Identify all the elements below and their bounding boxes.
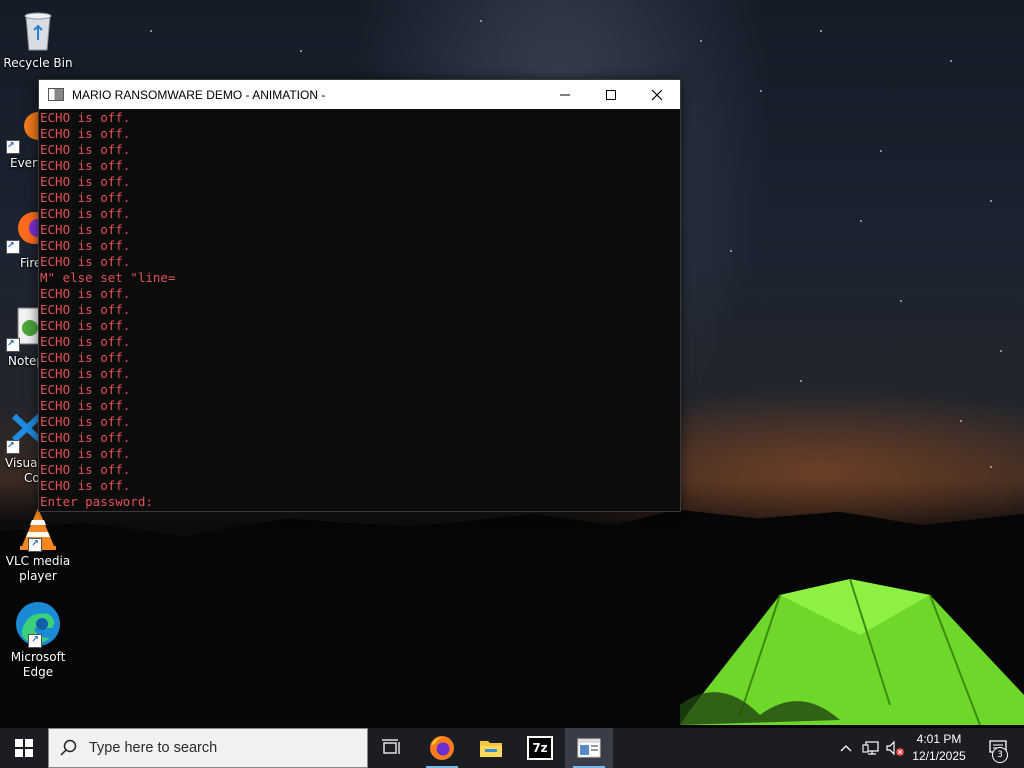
volume-tray-button[interactable] [884, 728, 906, 768]
console-line: ECHO is off. [40, 334, 131, 349]
taskbar-firefox[interactable] [418, 728, 466, 768]
console-line: ECHO is off. [40, 462, 131, 477]
maximize-icon [606, 89, 616, 100]
7zip-icon: 7z [527, 736, 553, 760]
desktop-icon-everything[interactable]: ↗ Every [0, 106, 40, 171]
shortcut-arrow-icon: ↗ [6, 240, 20, 254]
desktop-icon-notepad[interactable]: ↗ Notep [0, 304, 40, 369]
taskbar-file-explorer[interactable] [467, 728, 515, 768]
taskbar-console[interactable] [565, 728, 613, 768]
network-tray-button[interactable] [860, 728, 882, 768]
edge-icon: ↗ [14, 600, 62, 648]
console-line: ECHO is off. [40, 238, 131, 253]
console-line: ECHO is off. [40, 398, 131, 413]
console-line: ECHO is off. [40, 222, 131, 237]
desktop-icon-label: Every [10, 156, 40, 170]
start-button[interactable] [0, 728, 48, 768]
desktop-icon-firefox[interactable]: ↗ Fire [0, 206, 40, 271]
tent-image [680, 578, 1024, 725]
desktop-icon-label: Microsoft [10, 650, 66, 664]
shortcut-arrow-icon: ↗ [6, 440, 20, 454]
window-title: MARIO RANSOMWARE DEMO - ANIMATION - [72, 87, 326, 102]
desktop-icon-label: Fire [20, 256, 40, 270]
console-line: ECHO is off. [40, 478, 131, 493]
close-button[interactable] [634, 80, 680, 109]
taskbar: 7z 4:01 PM 12/1/2025 [0, 728, 1024, 768]
maximize-button[interactable] [588, 80, 634, 109]
desktop-icon-label: Notep [8, 354, 40, 368]
desktop-icon-label: Visual [5, 456, 40, 470]
console-line: ECHO is off. [40, 382, 131, 397]
task-view-icon [382, 739, 400, 754]
desktop-icon-label-line2: player [19, 569, 57, 583]
desktop-icon-edge[interactable]: ↗ Microsoft Edge [0, 600, 76, 680]
desktop-icon-label-line2: Co [24, 471, 40, 485]
recycle-bin-icon [14, 6, 62, 54]
taskbar-search-box[interactable] [48, 728, 368, 768]
minimize-button[interactable] [542, 80, 588, 109]
minimize-icon [560, 94, 570, 95]
file-explorer-icon [480, 741, 502, 757]
task-view-button[interactable] [368, 728, 416, 768]
console-line: ECHO is off. [40, 318, 131, 333]
console-line: ECHO is off. [40, 430, 131, 445]
search-icon [60, 739, 77, 756]
shortcut-arrow-icon: ↗ [6, 140, 20, 154]
console-output[interactable]: ECHO is off. ECHO is off. ECHO is off. ECHO… [39, 109, 680, 510]
desktop-icon-vlc[interactable]: ↗ VLC media player [0, 504, 76, 584]
console-line: ECHO is off. [40, 190, 131, 205]
clock-date: 12/1/2025 [912, 749, 966, 763]
console-line: ECHO is off. [40, 254, 131, 269]
search-input[interactable] [87, 739, 351, 757]
desktop-icon-label: Recycle Bin [3, 56, 73, 70]
console-line: ECHO is off. [40, 414, 131, 429]
console-icon [48, 88, 64, 101]
volume-muted-icon [886, 740, 904, 756]
chevron-up-icon [840, 745, 852, 752]
console-line: ECHO is off. [40, 158, 131, 173]
console-line: ECHO is off. [40, 110, 131, 125]
shortcut-arrow-icon: ↗ [28, 634, 42, 648]
firefox-icon [430, 736, 454, 760]
console-line: ECHO is off. [40, 206, 131, 221]
taskbar-7zip[interactable]: 7z [516, 728, 564, 768]
vscode-icon: ↗ [0, 406, 40, 454]
console-icon [577, 738, 601, 758]
console-line: ECHO is off. [40, 302, 131, 317]
console-line: ECHO is off. [40, 142, 131, 157]
shortcut-arrow-icon: ↗ [6, 338, 20, 352]
console-window[interactable]: MARIO RANSOMWARE DEMO - ANIMATION - ECHO… [38, 79, 681, 512]
console-line: ECHO is off. [40, 366, 131, 381]
windows-logo-icon [15, 739, 33, 757]
system-clock[interactable]: 4:01 PM 12/1/2025 [908, 731, 970, 765]
firefox-icon: ↗ [0, 206, 40, 254]
console-line: ECHO is off. [40, 350, 131, 365]
console-line: Enter password: [40, 494, 153, 509]
console-line: ECHO is off. [40, 286, 131, 301]
shortcut-arrow-icon: ↗ [28, 538, 42, 552]
network-icon [862, 741, 879, 755]
console-line: ECHO is off. [40, 174, 131, 189]
everything-icon: ↗ [0, 106, 40, 154]
console-line: ECHO is off. [40, 126, 131, 141]
clock-time: 4:01 PM [916, 732, 962, 746]
console-title-bar[interactable]: MARIO RANSOMWARE DEMO - ANIMATION - [39, 80, 680, 109]
notification-count-badge: 3 [992, 747, 1008, 763]
console-line: ECHO is off. [40, 446, 131, 461]
desktop-icon-vscode[interactable]: ↗ Visual Co [0, 406, 40, 486]
desktop-icon-label-line2: Edge [22, 665, 54, 679]
close-icon [651, 89, 663, 100]
desktop-icon-label: VLC media [5, 554, 71, 568]
notepad-icon: ↗ [0, 304, 40, 352]
console-line: M" else set "line= [40, 270, 176, 285]
show-hidden-icons-button[interactable] [836, 728, 856, 768]
desktop-icon-recycle-bin[interactable]: Recycle Bin [0, 6, 76, 71]
